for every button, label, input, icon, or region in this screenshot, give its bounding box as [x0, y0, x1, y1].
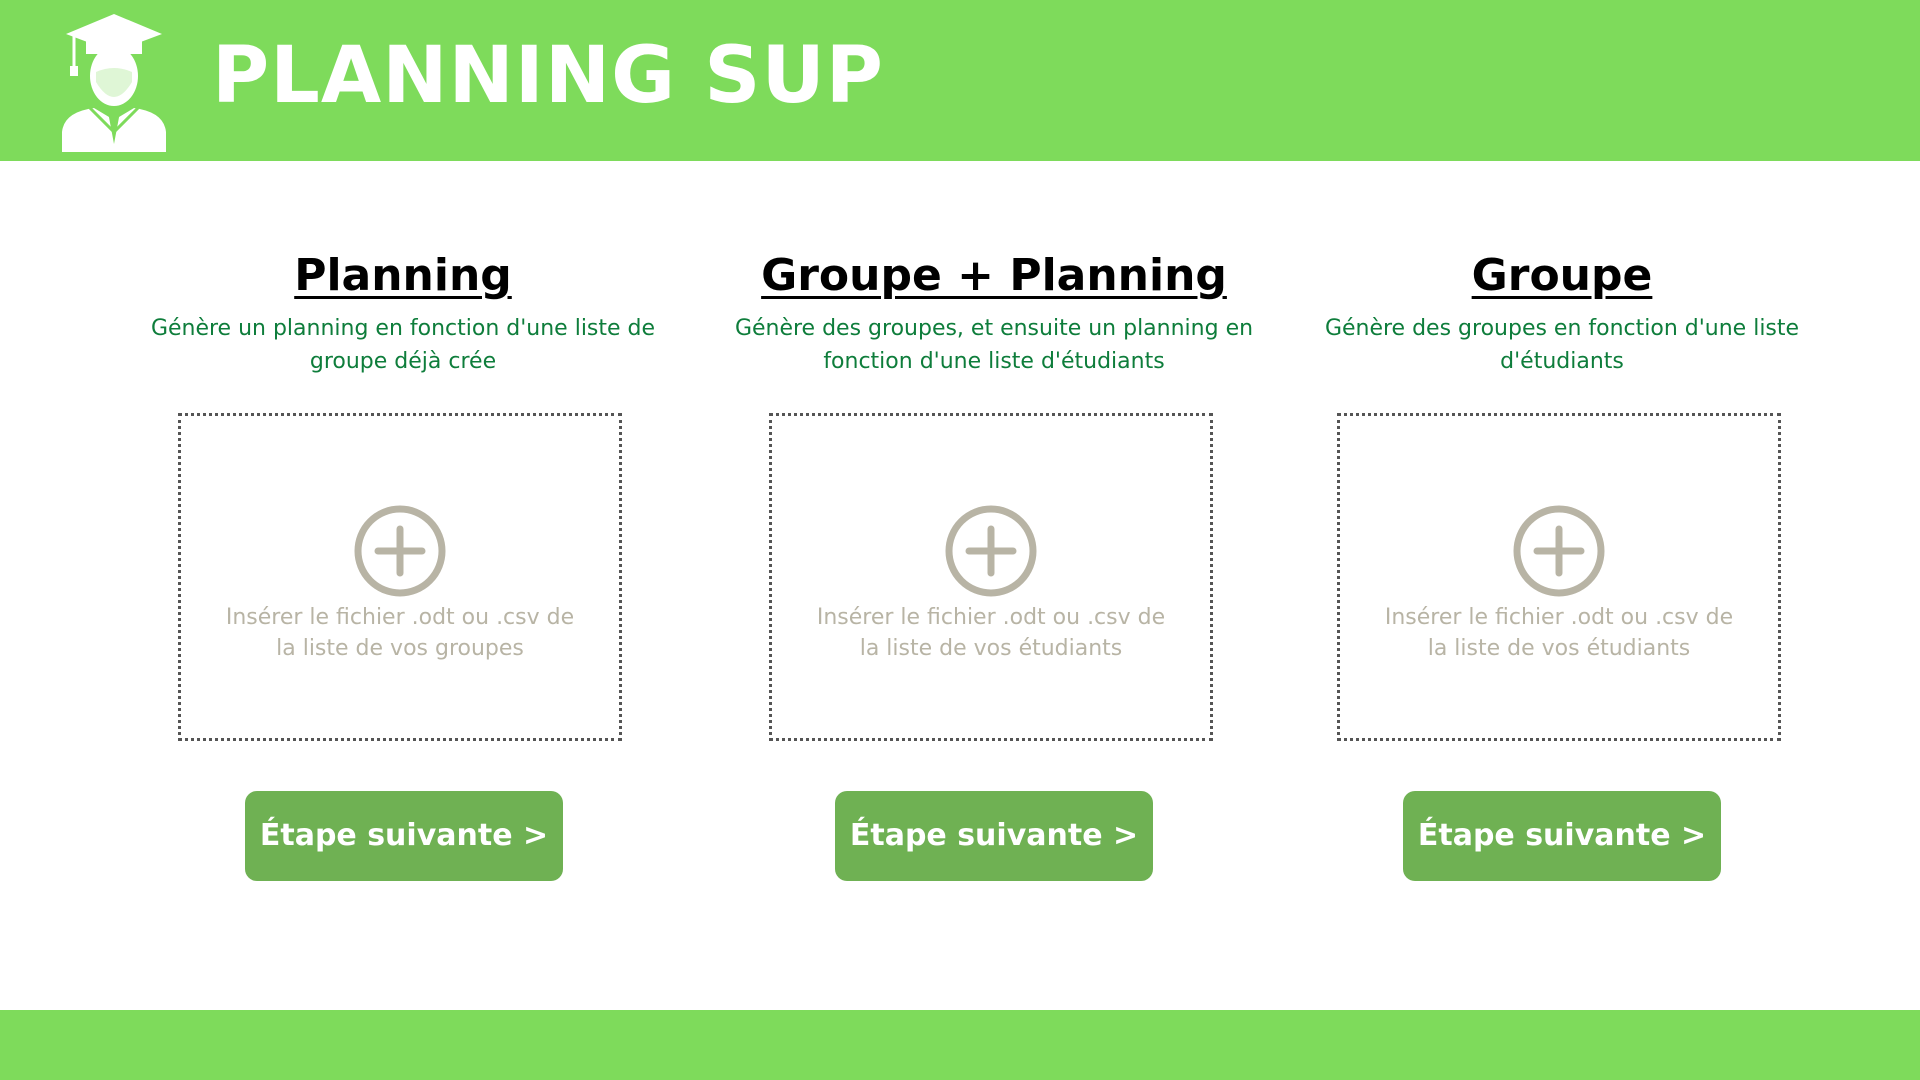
next-step-button[interactable]: Étape suivante >: [245, 791, 563, 881]
plus-circle-icon: [1513, 505, 1605, 597]
file-dropzone-students[interactable]: Insérer le fichier .odt ou .csv de la li…: [1337, 413, 1781, 741]
dropzone-instructions: Insérer le fichier .odt ou .csv de la li…: [225, 605, 575, 661]
plus-circle-icon: [354, 505, 446, 597]
column-description: Génère un planning en fonction d'une lis…: [150, 316, 656, 374]
dropzone-instructions: Insérer le fichier .odt ou .csv de la li…: [1384, 605, 1734, 661]
mode-column-group: Groupe Génère des groupes en fonction d'…: [1282, 248, 1842, 378]
plus-circle-icon: [945, 505, 1037, 597]
dropzone-instructions: Insérer le fichier .odt ou .csv de la li…: [816, 605, 1166, 661]
file-dropzone-groups[interactable]: Insérer le fichier .odt ou .csv de la li…: [178, 413, 622, 741]
footer-bar: [0, 1010, 1920, 1080]
column-title: Groupe: [1471, 250, 1653, 301]
app-title: PLANNING SUP: [212, 31, 884, 121]
next-step-button[interactable]: Étape suivante >: [1403, 791, 1721, 881]
file-dropzone-students[interactable]: Insérer le fichier .odt ou .csv de la li…: [769, 413, 1213, 741]
column-title: Planning: [294, 250, 512, 301]
mode-column-group-planning: Groupe + Planning Génère des groupes, et…: [714, 248, 1274, 378]
column-description: Génère des groupes en fonction d'une lis…: [1324, 316, 1800, 374]
mode-column-planning: Planning Génère un planning en fonction …: [123, 248, 683, 378]
graduate-icon: [62, 14, 166, 152]
header-bar: PLANNING SUP: [0, 0, 1920, 161]
column-title: Groupe + Planning: [761, 250, 1227, 301]
next-step-button[interactable]: Étape suivante >: [835, 791, 1153, 881]
column-description: Génère des groupes, et ensuite un planni…: [734, 316, 1254, 374]
